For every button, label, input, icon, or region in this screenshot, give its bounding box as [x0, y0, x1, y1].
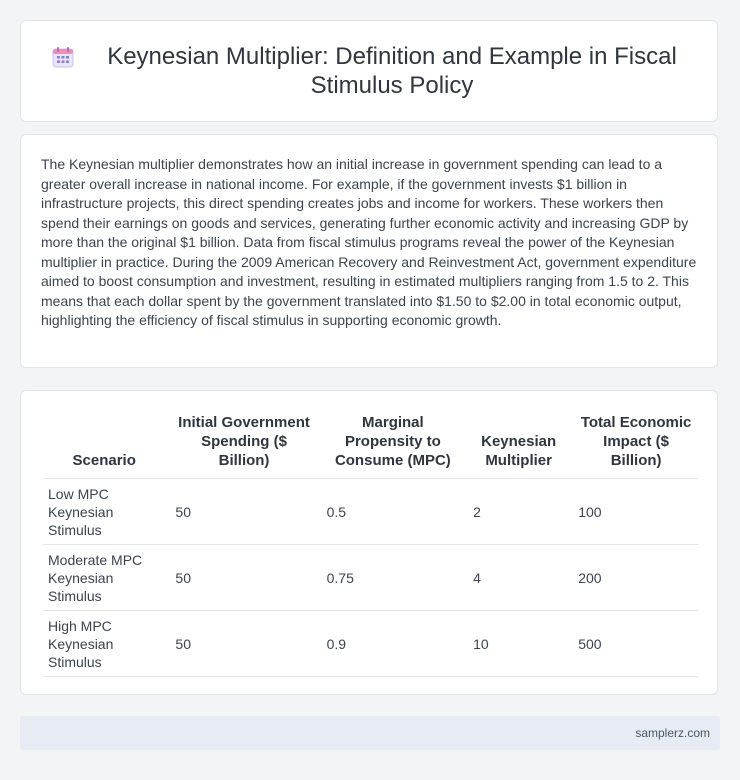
header-total-impact: Total Economic Impact ($ Billion) [568, 413, 698, 479]
cell-multiplier: 4 [463, 544, 569, 611]
intro-paragraph: The Keynesian multiplier demonstrates ho… [41, 156, 697, 328]
page-title: Keynesian Multiplier: Definition and Exa… [107, 43, 677, 99]
cell-initial-spending: 50 [165, 478, 317, 545]
cell-multiplier: 10 [463, 610, 569, 677]
footer-site-link[interactable]: samplerz.com [635, 726, 710, 740]
header-multiplier: Keynesian Multiplier [463, 413, 569, 479]
table-row: Low MPC Keynesian Stimulus 50 0.5 2 100 [43, 478, 698, 545]
title-card: Keynesian Multiplier: Definition and Exa… [20, 20, 718, 122]
table-header-row: Scenario Initial Government Spending ($ … [43, 413, 698, 479]
cell-mpc: 0.5 [316, 478, 464, 545]
table-row: Moderate MPC Keynesian Stimulus 50 0.75 … [43, 544, 698, 611]
cell-multiplier: 2 [463, 478, 569, 545]
footer-bar: samplerz.com [20, 716, 720, 750]
intro-card: The Keynesian multiplier demonstrates ho… [20, 134, 718, 368]
cell-total-impact: 200 [568, 544, 698, 611]
cell-scenario: Moderate MPC Keynesian Stimulus [43, 544, 166, 611]
cell-initial-spending: 50 [165, 610, 317, 677]
cell-mpc: 0.9 [316, 610, 464, 677]
table-row: High MPC Keynesian Stimulus 50 0.9 10 50… [43, 610, 698, 677]
calendar-icon [52, 47, 74, 68]
header-initial-spending: Initial Government Spending ($ Billion) [165, 413, 317, 479]
cell-scenario: Low MPC Keynesian Stimulus [43, 478, 166, 545]
title-row: Keynesian Multiplier: Definition and Exa… [21, 21, 717, 121]
table-card: Scenario Initial Government Spending ($ … [20, 390, 718, 695]
header-mpc: Marginal Propensity to Consume (MPC) [316, 413, 464, 479]
cell-total-impact: 500 [568, 610, 698, 677]
cell-scenario: High MPC Keynesian Stimulus [43, 610, 166, 677]
cell-total-impact: 100 [568, 478, 698, 545]
multiplier-table: Scenario Initial Government Spending ($ … [43, 413, 698, 677]
header-scenario: Scenario [43, 413, 166, 479]
cell-initial-spending: 50 [165, 544, 317, 611]
cell-mpc: 0.75 [316, 544, 464, 611]
